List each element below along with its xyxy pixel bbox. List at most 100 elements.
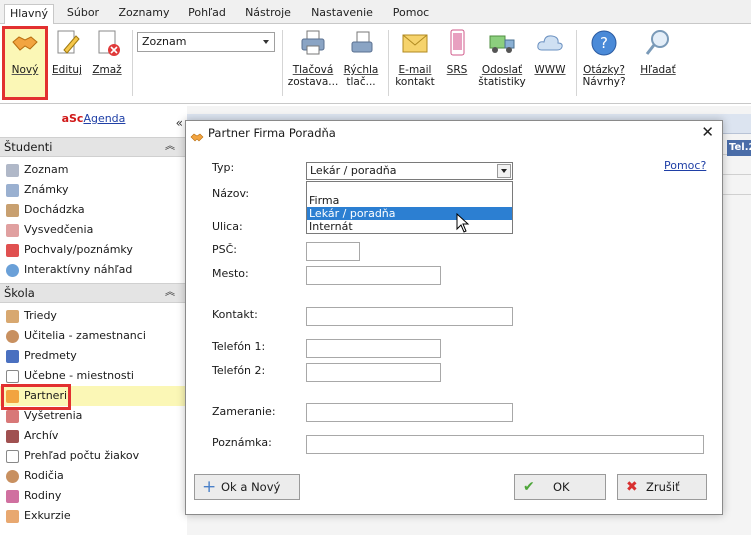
- classes-icon: [6, 310, 19, 323]
- type-option-lekar[interactable]: Lekár / poradňa: [307, 207, 512, 220]
- note-label: Poznámka:: [212, 436, 272, 449]
- city-input[interactable]: [306, 266, 441, 285]
- grades-icon: [6, 184, 19, 197]
- sidebar-item-triedy[interactable]: Triedy: [0, 306, 187, 326]
- type-select[interactable]: Lekár / poradňa: [306, 162, 513, 180]
- cancel-button[interactable]: ✖ Zrušiť: [617, 474, 707, 500]
- sidebar-item-rodiny[interactable]: Rodiny: [0, 486, 187, 506]
- type-option-internat[interactable]: Internát: [307, 220, 512, 233]
- delete-document-icon: [92, 28, 122, 58]
- section-title-students: Študenti: [4, 140, 53, 154]
- sidebar-item-rodicia[interactable]: Rodičia: [0, 466, 187, 486]
- ok-label: OK: [553, 480, 570, 494]
- tab-zoznamy[interactable]: Zoznamy: [112, 4, 176, 24]
- questions-label-2: Návrhy?: [582, 76, 626, 88]
- view-select-value: Zoznam: [142, 35, 187, 48]
- sidebar-item-interaktivny-nahlad[interactable]: Interaktívny náhľad: [0, 260, 187, 280]
- printer-icon: [298, 28, 328, 58]
- mouse-cursor-icon: [456, 212, 470, 236]
- collapse-sidebar-icon[interactable]: «: [176, 116, 183, 130]
- edit-button[interactable]: Edituj: [50, 28, 84, 76]
- tab-subor[interactable]: Súbor: [58, 4, 108, 24]
- zip-label: PSČ:: [212, 243, 238, 256]
- quick-print-icon: [346, 28, 376, 58]
- section-title-school: Škola: [4, 286, 35, 300]
- sidebar-item-exkurzie[interactable]: Exkurzie: [0, 506, 187, 526]
- contact-input[interactable]: [306, 307, 513, 326]
- sidebar-item-ucitelia[interactable]: Učitelia - zamestnanci: [0, 326, 187, 346]
- questions-button[interactable]: ? Otázky? Návrhy?: [580, 28, 628, 88]
- note-input[interactable]: [306, 435, 704, 454]
- edit-document-icon: [52, 28, 82, 58]
- street-label: Ulica:: [212, 220, 243, 233]
- city-label: Mesto:: [212, 267, 249, 280]
- sidebar-item-vysetrenia[interactable]: Vyšetrenia: [0, 406, 187, 426]
- sidebar-item-predmety[interactable]: Predmety: [0, 346, 187, 366]
- ok-and-new-button[interactable]: + Ok a Nový: [194, 474, 300, 500]
- sidebar-item-pochvaly[interactable]: Pochvaly/poznámky: [0, 240, 187, 260]
- new-button[interactable]: Nový: [4, 28, 46, 76]
- phone1-label: Telefón 1:: [212, 340, 266, 353]
- type-select-value: Lekár / poradňa: [310, 164, 397, 177]
- sidebar-item-label: Predmety: [24, 349, 77, 362]
- sidebar-item-label: Archív: [24, 429, 59, 442]
- x-icon: ✖: [626, 479, 638, 495]
- dialog-title: Partner Firma Poradňa: [208, 126, 336, 140]
- agenda-link-suffix: Agenda: [83, 112, 126, 125]
- tab-pohlad[interactable]: Pohľad: [180, 4, 234, 24]
- www-button[interactable]: WWW: [530, 28, 570, 76]
- sidebar-item-zoznam[interactable]: Zoznam: [0, 160, 187, 180]
- phone2-input[interactable]: [306, 363, 441, 382]
- agenda-link[interactable]: aScAgenda «: [0, 112, 187, 132]
- excursion-icon: [6, 510, 19, 523]
- section-header-school[interactable]: Škola ︽: [0, 283, 187, 303]
- chevron-down-icon[interactable]: [497, 164, 511, 178]
- medical-icon: [6, 410, 19, 423]
- sidebar-item-znamky[interactable]: Známky: [0, 180, 187, 200]
- sidebar-item-label: Pochvaly/poznámky: [24, 243, 133, 256]
- search-button[interactable]: Hľadať: [636, 28, 680, 76]
- close-icon[interactable]: ✕: [701, 124, 714, 140]
- sidebar-item-ucebne[interactable]: Učebne - miestnosti: [0, 366, 187, 386]
- sidebar-item-archiv[interactable]: Archív: [0, 426, 187, 446]
- sidebar-item-dochadzka[interactable]: Dochádzka: [0, 200, 187, 220]
- section-header-students[interactable]: Študenti ︽: [0, 137, 187, 157]
- srs-button[interactable]: SRS: [440, 28, 474, 76]
- email-contact-button[interactable]: E-mail kontakt: [394, 28, 436, 88]
- focus-input[interactable]: [306, 403, 513, 422]
- zip-input[interactable]: [306, 242, 360, 261]
- checkmark-icon: ✔: [523, 479, 535, 495]
- sidebar-item-label: Vysvedčenia: [24, 223, 94, 236]
- tab-hlavny[interactable]: Hlavný: [4, 4, 54, 25]
- type-option-firma[interactable]: Firma: [307, 194, 512, 207]
- new-button-label: Nový: [11, 64, 39, 76]
- quick-print-button[interactable]: Rýchla tlač...: [340, 28, 382, 88]
- sidebar-item-label: Učitelia - zamestnanci: [24, 329, 146, 342]
- print-report-button[interactable]: Tlačová zostava...: [286, 28, 340, 88]
- students-list-icon: [6, 164, 19, 177]
- hourglass-icon: [6, 204, 19, 217]
- partner-dialog: Partner Firma Poradňa ✕ Pomoc? Typ: Leká…: [185, 120, 723, 515]
- tab-nastroje[interactable]: Nástroje: [238, 4, 298, 24]
- ok-and-new-label: Ok a Nový: [221, 480, 281, 494]
- tab-nastavenie[interactable]: Nastavenie: [302, 4, 382, 24]
- tab-pomoc[interactable]: Pomoc: [386, 4, 436, 24]
- email-contact-label-2: kontakt: [395, 76, 435, 88]
- send-statistics-label-1: Odoslať: [481, 64, 523, 76]
- quick-print-label-1: Rýchla: [343, 64, 379, 76]
- print-report-label-1: Tlačová: [292, 64, 334, 76]
- phone1-input[interactable]: [306, 339, 441, 358]
- grid-column-header-tel2[interactable]: Tel.2: [727, 140, 751, 156]
- help-link[interactable]: Pomoc?: [664, 159, 706, 172]
- view-select[interactable]: Zoznam: [137, 32, 275, 52]
- sidebar-item-label: Známky: [24, 183, 69, 196]
- sidebar-item-prehlad[interactable]: Prehľad počtu žiakov: [0, 446, 187, 466]
- door-icon: [6, 370, 19, 383]
- contact-label: Kontakt:: [212, 308, 258, 321]
- delete-button[interactable]: Zmaž: [88, 28, 126, 76]
- ok-button[interactable]: ✔ OK: [514, 474, 606, 500]
- send-statistics-button[interactable]: Odoslať štatistiky: [476, 28, 528, 88]
- sidebar-item-vysvedcenia[interactable]: Vysvedčenia: [0, 220, 187, 240]
- chevron-down-icon: [263, 40, 269, 44]
- question-icon: ?: [589, 28, 619, 58]
